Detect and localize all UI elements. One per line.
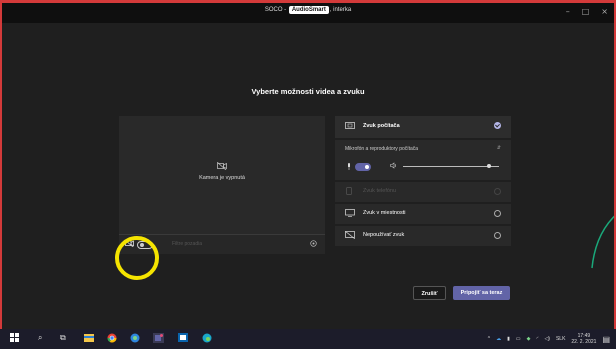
- audio-option-computer[interactable]: Zvuk počítača: [335, 116, 511, 138]
- title-prefix: SOCO -: [264, 7, 287, 13]
- close-icon[interactable]: ×: [601, 7, 608, 16]
- audio-option-room[interactable]: Zvuk v miestnosti: [335, 204, 511, 224]
- title-badge: AudioSmart: [288, 6, 329, 14]
- taskbar: ⌕ ⧉ ^ ☁ ▮ ▭ ◆ ◜ ◁) SLK 17:49 22. 2. 2021…: [0, 329, 616, 349]
- minimize-icon[interactable]: –: [566, 7, 570, 16]
- task-view-icon[interactable]: ⧉: [60, 333, 66, 343]
- camera-off-icon: [119, 161, 325, 172]
- window-controls: – □ ×: [566, 7, 608, 16]
- no-audio-radio[interactable]: [494, 232, 501, 239]
- room-audio-radio[interactable]: [494, 210, 501, 217]
- outlook-icon[interactable]: [178, 333, 188, 345]
- devices-label: Mikrofón a reproduktory počítača: [345, 146, 419, 152]
- background-filters-button[interactable]: Filtre pozadia: [172, 241, 202, 247]
- volume-icon[interactable]: ◁): [544, 336, 550, 342]
- audio-option-none[interactable]: Nepoužívať zvuk: [335, 226, 511, 246]
- audio-option-phone: Zvuk telefónu: [335, 182, 511, 202]
- microphone-toggle[interactable]: [355, 163, 371, 171]
- title-bar: SOCO - AudioSmart, interka – □ ×: [2, 3, 614, 23]
- globe-icon[interactable]: [130, 333, 140, 346]
- wifi-icon[interactable]: ◜: [537, 336, 539, 342]
- phone-audio-label: Zvuk telefónu: [363, 188, 397, 194]
- maximize-icon[interactable]: □: [582, 7, 590, 16]
- language-indicator[interactable]: SLK: [556, 336, 565, 342]
- no-audio-label: Nepoužívať zvuk: [363, 232, 405, 238]
- windows-start-icon[interactable]: [10, 333, 19, 345]
- computer-audio-radio[interactable]: [494, 122, 501, 129]
- app-tray-icon[interactable]: ◆: [527, 336, 531, 342]
- audio-options: Zvuk počítača Mikrofón a reproduktory po…: [335, 116, 511, 248]
- prejoin-screen: Vyberte možnosti videa a zvuku Kamera je…: [2, 23, 616, 329]
- decorative-arc: [591, 213, 616, 269]
- search-icon[interactable]: ⌕: [38, 333, 42, 343]
- page-title: Vyberte možnosti videa a zvuku: [251, 87, 365, 96]
- room-audio-label: Zvuk v miestnosti: [363, 210, 406, 216]
- camera-preview: Kamera je vypnutá Filtre pozadia: [119, 116, 325, 254]
- camera-off-label: Kamera je vypnutá: [199, 175, 245, 181]
- system-tray: ^ ☁ ▮ ▭ ◆ ◜ ◁) SLK 17:49 22. 2. 2021 ▤: [488, 329, 616, 349]
- chrome-icon[interactable]: [107, 333, 117, 346]
- clock-date: 22. 2. 2021: [571, 339, 597, 345]
- volume-slider[interactable]: [403, 164, 499, 168]
- window-title: SOCO - AudioSmart, interka: [2, 6, 614, 14]
- cancel-button[interactable]: Zrušiť: [413, 286, 446, 300]
- computer-icon: [345, 122, 355, 132]
- no-audio-icon: [344, 230, 356, 241]
- computer-audio-devices: Mikrofón a reproduktory počítača ⇵: [335, 140, 511, 180]
- device-settings-icon[interactable]: ⇵: [497, 145, 501, 151]
- microphone-toggle-knob: [365, 165, 369, 169]
- camera-off-indicator: Kamera je vypnutá: [119, 161, 325, 181]
- room-audio-icon: [345, 209, 355, 219]
- join-now-button[interactable]: Pripojiť sa teraz: [453, 286, 510, 300]
- teams-icon[interactable]: [153, 333, 164, 346]
- action-buttons: Zrušiť Pripojiť sa teraz: [2, 286, 614, 302]
- network-icon[interactable]: ▭: [516, 336, 521, 342]
- tray-overflow-icon[interactable]: ^: [488, 336, 490, 342]
- microphone-icon: [347, 163, 351, 172]
- highlight-annotation: [115, 236, 159, 280]
- computer-audio-label: Zvuk počítača: [363, 123, 400, 129]
- notifications-icon[interactable]: ▤: [602, 335, 610, 344]
- file-explorer-icon[interactable]: [84, 333, 94, 345]
- volume-slider-thumb[interactable]: [487, 164, 492, 168]
- battery-icon[interactable]: ▮: [507, 336, 510, 342]
- clock[interactable]: 17:49 22. 2. 2021: [571, 333, 596, 345]
- phone-audio-radio: [494, 188, 501, 195]
- edge-icon[interactable]: [202, 333, 212, 346]
- title-suffix: , interka: [329, 7, 352, 13]
- onedrive-icon[interactable]: ☁: [496, 336, 501, 342]
- phone-icon: [345, 187, 353, 197]
- background-settings-icon[interactable]: [310, 240, 317, 249]
- speaker-icon: [390, 162, 398, 171]
